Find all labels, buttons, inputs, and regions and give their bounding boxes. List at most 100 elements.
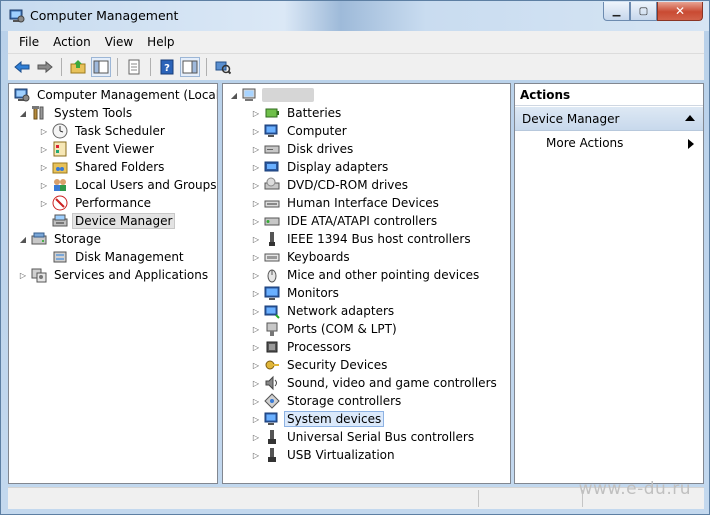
device-category-disk-drives[interactable]: ▷ Disk drives — [251, 140, 356, 158]
device-category-batteries[interactable]: ▷ Batteries — [251, 104, 344, 122]
tree-item-performance[interactable]: ▷ Performance — [39, 194, 154, 212]
collapse-triangle-icon[interactable] — [685, 115, 695, 121]
device-category-display-adapters[interactable]: ▷ Display adapters — [251, 158, 391, 176]
expand-arrow-icon[interactable]: ▷ — [251, 126, 261, 136]
menu-action[interactable]: Action — [46, 35, 98, 49]
back-button[interactable] — [12, 57, 32, 77]
device-category-mice-and-other-pointing-devices[interactable]: ▷ Mice and other pointing devices — [251, 266, 482, 284]
expand-arrow-icon[interactable]: ▷ — [18, 270, 28, 280]
device-category-monitors[interactable]: ▷ Monitors — [251, 284, 342, 302]
device-category-usb-virtualization[interactable]: ▷ USB Virtualization — [251, 446, 398, 464]
device-category-label: IEEE 1394 Bus host controllers — [287, 232, 471, 246]
device-category-ide-ata-atapi-controllers[interactable]: ▷ IDE ATA/ATAPI controllers — [251, 212, 440, 230]
device-category-universal-serial-bus-controllers[interactable]: ▷ Universal Serial Bus controllers — [251, 428, 477, 446]
usb-controller-icon — [264, 429, 280, 445]
tree-item-storage[interactable]: ◢ Storage — [18, 230, 104, 248]
maximize-button[interactable]: ▢ — [630, 2, 657, 21]
device-category-ports-com-lpt[interactable]: ▷ Ports (COM & LPT) — [251, 320, 400, 338]
device-category-keyboards[interactable]: ▷ Keyboards — [251, 248, 353, 266]
expand-arrow-icon[interactable]: ▷ — [39, 180, 49, 190]
show-hide-tree-button[interactable] — [91, 57, 111, 77]
device-category-security-devices[interactable]: ▷ Security Devices — [251, 356, 390, 374]
actions-section-device-manager[interactable]: Device Manager — [515, 107, 703, 131]
help-button[interactable]: ? — [157, 57, 177, 77]
toolbar-separator — [117, 58, 118, 76]
expand-arrow-icon[interactable]: ▷ — [251, 306, 261, 316]
expand-arrow-icon[interactable]: ▷ — [251, 144, 261, 154]
expand-arrow-icon[interactable]: ▷ — [251, 288, 261, 298]
system-devices-icon — [264, 411, 280, 427]
device-category-label: Sound, video and game controllers — [287, 376, 497, 390]
menu-help[interactable]: Help — [140, 35, 181, 49]
device-category-storage-controllers[interactable]: ▷ Storage controllers — [251, 392, 404, 410]
expand-arrow-icon[interactable]: ▷ — [251, 162, 261, 172]
expand-arrow-icon[interactable]: ▷ — [251, 234, 261, 244]
device-category-sound-video-and-game-controllers[interactable]: ▷ Sound, video and game controllers — [251, 374, 500, 392]
collapse-arrow-icon[interactable]: ◢ — [18, 234, 28, 244]
tree-item-services-applications[interactable]: ▷ Services and Applications — [18, 266, 211, 284]
collapse-arrow-icon[interactable]: ◢ — [229, 90, 239, 100]
forward-button[interactable] — [35, 57, 55, 77]
device-category-label: System devices — [284, 411, 385, 427]
expand-arrow-icon[interactable]: ▷ — [251, 180, 261, 190]
expand-arrow-icon[interactable]: ▷ — [251, 450, 261, 460]
title-bar[interactable]: Computer Management ▁ ▢ ✕ — [1, 1, 709, 31]
expand-arrow-icon[interactable]: ▷ — [39, 126, 49, 136]
expand-arrow-icon[interactable]: ▷ — [251, 414, 261, 424]
tree-item-host[interactable]: ◢ — [229, 86, 314, 104]
submenu-arrow-icon[interactable] — [688, 139, 694, 149]
device-tree-pane: ◢ ▷ Batteries ▷ Computer ▷ Disk drives ▷ Displa… — [222, 83, 511, 484]
device-category-system-devices[interactable]: ▷ System devices — [251, 410, 385, 428]
expand-arrow-icon[interactable]: ▷ — [39, 144, 49, 154]
tree-item-shared-folders[interactable]: ▷ Shared Folders — [39, 158, 167, 176]
performance-icon — [52, 195, 68, 211]
device-category-processors[interactable]: ▷ Processors — [251, 338, 354, 356]
device-manager-icon — [52, 213, 68, 229]
expand-arrow-icon[interactable]: ▷ — [251, 198, 261, 208]
tree-item-event-viewer[interactable]: ▷ Event Viewer — [39, 140, 157, 158]
tree-item-label: Storage — [54, 232, 101, 246]
expand-arrow-icon[interactable]: ▷ — [39, 162, 49, 172]
export-list-button[interactable] — [124, 57, 144, 77]
scan-hardware-button[interactable] — [213, 57, 233, 77]
expand-arrow-icon[interactable]: ▷ — [251, 270, 261, 280]
tree-item-label: Task Scheduler — [75, 124, 165, 138]
up-one-level-button[interactable] — [68, 57, 88, 77]
device-category-computer[interactable]: ▷ Computer — [251, 122, 350, 140]
menu-file[interactable]: File — [12, 35, 46, 49]
more-actions-link[interactable]: More Actions — [546, 136, 623, 150]
expand-arrow-icon[interactable]: ▷ — [251, 324, 261, 334]
device-category-label: Batteries — [287, 106, 342, 120]
expand-arrow-icon[interactable]: ▷ — [39, 198, 49, 208]
tree-item-device-manager[interactable]: Device Manager — [52, 212, 176, 230]
collapse-arrow-icon[interactable]: ◢ — [18, 108, 28, 118]
show-hide-action-pane-button[interactable] — [180, 57, 200, 77]
tree-item-local-users[interactable]: ▷ Local Users and Groups — [39, 176, 217, 194]
expand-arrow-icon[interactable]: ▷ — [251, 342, 261, 352]
console-tree-pane: Computer Management (Local) ◢ System Too… — [8, 83, 218, 484]
expand-arrow-icon[interactable]: ▷ — [251, 378, 261, 388]
expand-arrow-icon[interactable]: ▷ — [251, 216, 261, 226]
menu-view[interactable]: View — [98, 35, 140, 49]
watermark: www.e-du.ru — [578, 479, 691, 499]
device-category-human-interface-devices[interactable]: ▷ Human Interface Devices — [251, 194, 442, 212]
display-adapter-icon — [264, 159, 280, 175]
menu-bar: File Action View Help — [8, 31, 704, 53]
tree-item-task-scheduler[interactable]: ▷ Task Scheduler — [39, 122, 168, 140]
tree-item-computer-management[interactable]: Computer Management (Local) — [14, 86, 217, 104]
expand-arrow-icon[interactable]: ▷ — [251, 396, 261, 406]
expand-arrow-icon[interactable]: ▷ — [251, 360, 261, 370]
hostname-redacted — [262, 88, 314, 102]
minimize-button[interactable]: ▁ — [603, 2, 630, 21]
device-category-dvd-cd-rom-drives[interactable]: ▷ DVD/CD-ROM drives — [251, 176, 411, 194]
close-button[interactable]: ✕ — [657, 2, 703, 21]
expand-arrow-icon[interactable]: ▷ — [251, 252, 261, 262]
device-category-ieee-1394-bus-host-controllers[interactable]: ▷ IEEE 1394 Bus host controllers — [251, 230, 474, 248]
device-category-label: Display adapters — [287, 160, 389, 174]
tree-item-disk-management[interactable]: Disk Management — [52, 248, 187, 266]
expand-arrow-icon[interactable]: ▷ — [251, 432, 261, 442]
device-category-label: Security Devices — [287, 358, 388, 372]
tree-item-system-tools[interactable]: ◢ System Tools — [18, 104, 135, 122]
expand-arrow-icon[interactable]: ▷ — [251, 108, 261, 118]
device-category-network-adapters[interactable]: ▷ Network adapters — [251, 302, 397, 320]
